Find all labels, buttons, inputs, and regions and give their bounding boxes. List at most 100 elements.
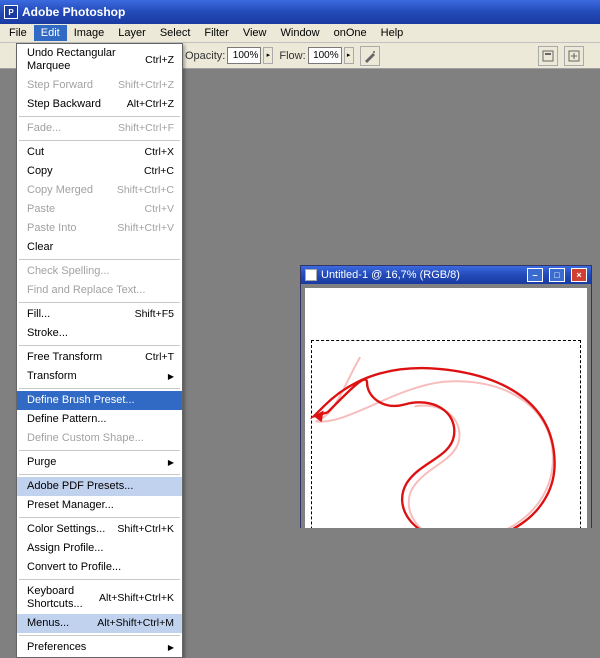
menu-item-label: Transform — [27, 370, 168, 383]
menu-item-preset-manager[interactable]: Preset Manager... — [17, 496, 182, 515]
menu-item-label: Copy — [27, 165, 134, 178]
menu-item-color-settings[interactable]: Color Settings...Shift+Ctrl+K — [17, 520, 182, 539]
menu-item-label: Adobe PDF Presets... — [27, 480, 174, 493]
photoshop-icon: P — [4, 5, 18, 19]
menu-item-shortcut: Ctrl+T — [145, 351, 174, 364]
menu-help[interactable]: Help — [374, 25, 411, 41]
flow-group: Flow: 100% ▸ — [279, 47, 353, 64]
document-title: Untitled-1 @ 16,7% (RGB/8) — [321, 269, 460, 281]
menu-item-preferences[interactable]: Preferences▶ — [17, 638, 182, 657]
menu-item-find-and-replace-text: Find and Replace Text... — [17, 281, 182, 300]
menu-item-adobe-pdf-presets[interactable]: Adobe PDF Presets... — [17, 477, 182, 496]
edit-menu-dropdown: Undo Rectangular Marquee Ctrl+Z Step Forwa… — [16, 43, 183, 658]
menu-item-label: Define Pattern... — [27, 413, 174, 426]
menu-item-label: Preset Manager... — [27, 499, 174, 512]
menu-item-define-brush-preset[interactable]: Define Brush Preset... — [17, 391, 182, 410]
menu-item-shortcut: Ctrl+V — [145, 203, 174, 216]
menu-item-label: Step Forward — [27, 79, 108, 92]
menu-item-assign-profile[interactable]: Assign Profile... — [17, 539, 182, 558]
menu-item-label: Assign Profile... — [27, 542, 174, 555]
menu-item-label: Clear — [27, 241, 174, 254]
menu-onone[interactable]: onOne — [327, 25, 374, 41]
minimize-button[interactable]: – — [527, 268, 543, 282]
menu-item-shortcut: Shift+Ctrl+F — [118, 122, 174, 135]
menu-item-shortcut: Shift+Ctrl+V — [117, 222, 174, 235]
menu-item-shortcut: Shift+Ctrl+C — [117, 184, 174, 197]
menu-edit[interactable]: Edit — [34, 25, 67, 41]
menu-item-shortcut: Alt+Ctrl+Z — [127, 98, 174, 111]
menu-image[interactable]: Image — [67, 25, 112, 41]
menu-item-stroke[interactable]: Stroke... — [17, 324, 182, 343]
menu-item-step-forward: Step Forward Shift+Ctrl+Z — [17, 76, 182, 95]
menubar: FileEditImageLayerSelectFilterViewWindow… — [0, 24, 600, 43]
document-canvas[interactable] — [305, 288, 587, 528]
menu-select[interactable]: Select — [153, 25, 198, 41]
menu-item-shortcut: Ctrl+X — [145, 146, 174, 159]
menu-item-label: Paste — [27, 203, 135, 216]
menu-window[interactable]: Window — [274, 25, 327, 41]
flow-label: Flow: — [279, 50, 305, 62]
menu-item-step-backward[interactable]: Step Backward Alt+Ctrl+Z — [17, 95, 182, 114]
menu-item-menus[interactable]: Menus... Alt+Shift+Ctrl+M — [17, 614, 182, 633]
menu-item-label: Define Brush Preset... — [27, 394, 174, 407]
submenu-arrow-icon: ▶ — [168, 370, 174, 383]
close-button[interactable]: × — [571, 268, 587, 282]
menu-file[interactable]: File — [2, 25, 34, 41]
menu-item-label: Preferences — [27, 641, 168, 654]
document-window[interactable]: Untitled-1 @ 16,7% (RGB/8) – □ × — [300, 265, 592, 528]
menu-item-label: Step Backward — [27, 98, 117, 111]
menu-filter[interactable]: Filter — [197, 25, 235, 41]
menu-item-shortcut: Shift+Ctrl+K — [117, 523, 174, 536]
menu-item-label: Purge — [27, 456, 168, 469]
menu-item-clear[interactable]: Clear — [17, 238, 182, 257]
maximize-button[interactable]: □ — [549, 268, 565, 282]
menu-item-label: Convert to Profile... — [27, 561, 174, 574]
menu-item-transform[interactable]: Transform▶ — [17, 367, 182, 386]
opacity-input[interactable]: 100% — [227, 47, 261, 64]
palette-well-button-1[interactable] — [538, 46, 558, 66]
menu-item-label: Find and Replace Text... — [27, 284, 174, 297]
menu-item-keyboard-shortcuts[interactable]: Keyboard Shortcuts... Alt+Shift+Ctrl+K — [17, 582, 182, 614]
menu-item-label: Check Spelling... — [27, 265, 174, 278]
menu-item-purge[interactable]: Purge▶ — [17, 453, 182, 472]
menu-item-label: Stroke... — [27, 327, 174, 340]
menu-item-free-transform[interactable]: Free TransformCtrl+T — [17, 348, 182, 367]
flow-dropdown-arrow[interactable]: ▸ — [344, 47, 354, 64]
flow-input[interactable]: 100% — [308, 47, 342, 64]
menu-item-undo-rectangular-marquee[interactable]: Undo Rectangular Marquee Ctrl+Z — [17, 44, 182, 76]
menu-item-label: Menus... — [27, 617, 87, 630]
menu-item-define-custom-shape: Define Custom Shape... — [17, 429, 182, 448]
brush-stroke-artwork — [305, 288, 587, 528]
menu-item-shortcut: Shift+Ctrl+Z — [118, 79, 174, 92]
menu-item-cut[interactable]: CutCtrl+X — [17, 143, 182, 162]
menu-item-shortcut: Ctrl+Z — [145, 54, 174, 67]
menu-item-fill[interactable]: Fill... Shift+F5 — [17, 305, 182, 324]
menu-item-label: Undo Rectangular Marquee — [27, 47, 135, 73]
menu-item-convert-to-profile[interactable]: Convert to Profile... — [17, 558, 182, 577]
document-icon — [305, 269, 317, 281]
menu-item-define-pattern[interactable]: Define Pattern... — [17, 410, 182, 429]
menu-view[interactable]: View — [236, 25, 274, 41]
menu-item-copy[interactable]: Copy Ctrl+C — [17, 162, 182, 181]
menu-item-shortcut: Alt+Shift+Ctrl+K — [99, 592, 174, 605]
menu-item-label: Fade... — [27, 122, 108, 135]
menu-item-label: Fill... — [27, 308, 125, 321]
submenu-arrow-icon: ▶ — [168, 456, 174, 469]
opacity-group: Opacity: 100% ▸ — [185, 47, 273, 64]
menu-item-shortcut: Alt+Shift+Ctrl+M — [97, 617, 174, 630]
menu-item-check-spelling: Check Spelling... — [17, 262, 182, 281]
menu-item-paste: Paste Ctrl+V — [17, 200, 182, 219]
submenu-arrow-icon: ▶ — [168, 641, 174, 654]
menu-item-shortcut: Shift+F5 — [135, 308, 174, 321]
menu-item-shortcut: Ctrl+C — [144, 165, 174, 178]
opacity-dropdown-arrow[interactable]: ▸ — [263, 47, 273, 64]
menu-item-label: Keyboard Shortcuts... — [27, 585, 89, 611]
palette-well-button-2[interactable] — [564, 46, 584, 66]
airbrush-toggle-button[interactable] — [360, 46, 380, 66]
menu-item-label: Copy Merged — [27, 184, 107, 197]
document-titlebar[interactable]: Untitled-1 @ 16,7% (RGB/8) – □ × — [301, 266, 591, 284]
menu-item-label: Define Custom Shape... — [27, 432, 174, 445]
menu-layer[interactable]: Layer — [111, 25, 153, 41]
menu-item-fade: Fade... Shift+Ctrl+F — [17, 119, 182, 138]
opacity-label: Opacity: — [185, 50, 225, 62]
